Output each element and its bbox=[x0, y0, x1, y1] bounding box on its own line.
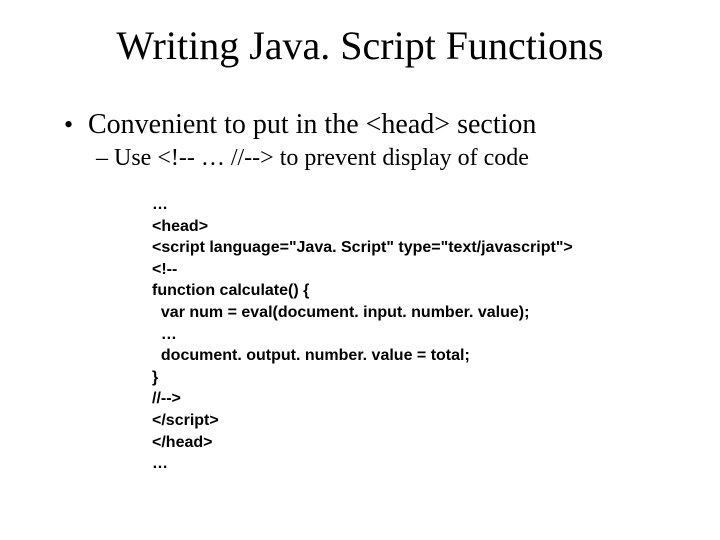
code-line: <script language="Java. Script" type="te… bbox=[152, 239, 573, 256]
bullet-dash-icon: – bbox=[96, 145, 108, 172]
code-line: document. output. number. value = total; bbox=[152, 347, 470, 364]
code-line: <head> bbox=[152, 218, 208, 235]
code-line: function calculate() { bbox=[152, 282, 309, 299]
slide-body: • Convenient to put in the <head> sectio… bbox=[0, 109, 720, 475]
bullet-level-1: • Convenient to put in the <head> sectio… bbox=[60, 109, 680, 141]
bullet-dot-icon: • bbox=[64, 110, 73, 140]
code-line: var num = eval(document. input. number. … bbox=[152, 304, 529, 321]
code-line: … bbox=[152, 455, 168, 472]
bullet-level-2: – Use <!-- … //--> to prevent display of… bbox=[96, 145, 680, 172]
code-line: //--> bbox=[152, 390, 181, 407]
code-line: … bbox=[152, 326, 177, 343]
code-line: } bbox=[152, 369, 158, 386]
code-line: </script> bbox=[152, 412, 219, 429]
slide-title: Writing Java. Script Functions bbox=[0, 0, 720, 87]
code-line: <!-- bbox=[152, 261, 177, 278]
bullet-1-text: Convenient to put in the <head> section bbox=[88, 109, 536, 140]
code-line: </head> bbox=[152, 434, 212, 451]
code-line: … bbox=[152, 196, 168, 213]
slide: Writing Java. Script Functions • Conveni… bbox=[0, 0, 720, 540]
code-block: … <head> <script language="Java. Script"… bbox=[152, 194, 680, 475]
bullet-2-text: Use <!-- … //--> to prevent display of c… bbox=[114, 145, 529, 171]
